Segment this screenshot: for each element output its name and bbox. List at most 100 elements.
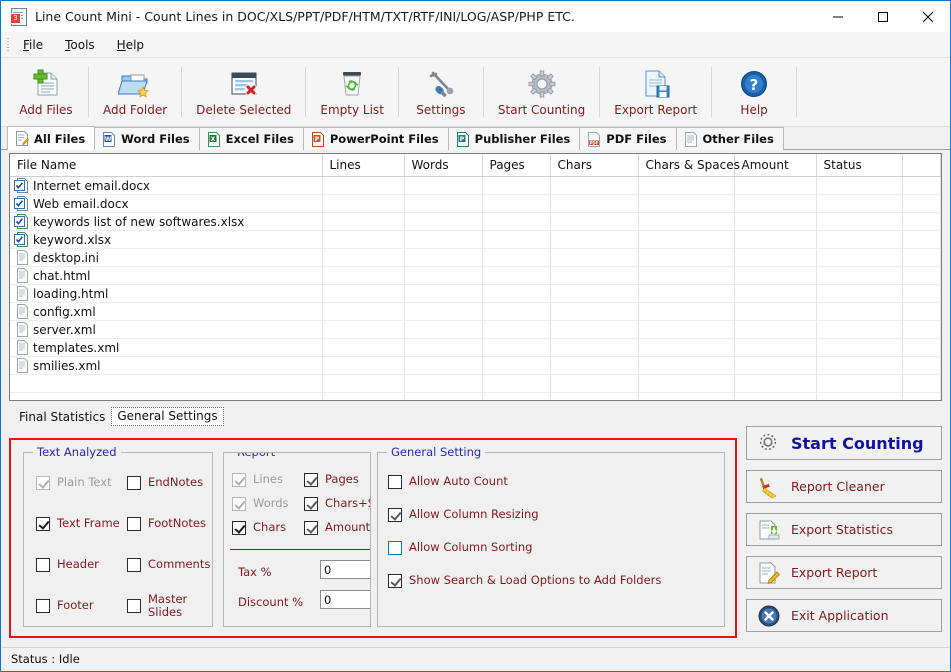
checkbox-plain-text[interactable]: Plain Text: [36, 476, 112, 490]
cell-chars: [550, 248, 639, 267]
close-button[interactable]: [905, 1, 950, 32]
cell-chars: [550, 266, 639, 285]
cell-pages: [482, 266, 551, 285]
cell-empty: [322, 392, 405, 400]
checkbox-report-words[interactable]: Words: [232, 497, 289, 511]
column-header-chars-spaces[interactable]: Chars & Spaces: [638, 154, 740, 177]
tab-excel-files[interactable]: X Excel Files: [198, 127, 304, 150]
file-name-text: Web email.docx: [33, 196, 129, 211]
checkbox-footnotes[interactable]: FootNotes: [127, 517, 206, 531]
menu-item-tools[interactable]: Tools: [54, 34, 106, 56]
show-search-load-options-label: Show Search & Load Options to Add Folder…: [409, 573, 662, 588]
file-list-panel[interactable]: File Name Lines Words Pages Chars Chars …: [9, 153, 942, 401]
tab-final-statistics[interactable]: Final Statistics: [13, 409, 111, 426]
menu-grip-handle[interactable]: [3, 32, 12, 57]
other-files-icon: [684, 131, 698, 147]
add-files-icon: [29, 67, 63, 101]
cell-empty: [482, 392, 551, 400]
column-header-amount[interactable]: Amount: [734, 154, 817, 177]
checkbox-text-frame[interactable]: Text Frame: [36, 517, 120, 531]
column-header-chars[interactable]: Chars: [550, 154, 639, 177]
cell-file-name: W Web email.docx: [10, 194, 323, 213]
cell-words: [404, 230, 483, 249]
checkbox-allow-auto-count[interactable]: Allow Auto Count: [388, 475, 508, 489]
tab-publisher-files[interactable]: P Publisher Files: [447, 127, 581, 150]
toolbar-export-report[interactable]: Export Report: [600, 58, 711, 126]
delete-selected-icon: [227, 67, 261, 101]
checkbox-header[interactable]: Header: [36, 558, 99, 572]
cell-amount: [734, 176, 817, 195]
column-header-words[interactable]: Words: [404, 154, 483, 177]
toolbar-delete-selected[interactable]: Delete Selected: [182, 58, 305, 126]
toolbar-add-folder[interactable]: Add Folder: [89, 58, 181, 126]
tab-all-files[interactable]: All Files: [7, 126, 96, 150]
table-row[interactable]: config.xml: [10, 302, 941, 321]
checkbox-report-lines[interactable]: Lines: [232, 473, 283, 487]
cell-chars: [550, 176, 639, 195]
comments-label: Comments: [148, 557, 211, 572]
cell-chars: [550, 320, 639, 339]
table-row[interactable]: Xkeyword.xlsx: [10, 230, 941, 249]
minimize-button[interactable]: [815, 1, 860, 32]
checkbox-footer[interactable]: Footer: [36, 599, 94, 613]
menu-item-tools-rest: ools: [70, 37, 95, 52]
toolbar-start-counting[interactable]: Start Counting: [484, 58, 599, 126]
report-divider: [230, 549, 370, 550]
master-slides-checkbox-box: [127, 599, 141, 614]
column-header-file-name[interactable]: File Name: [10, 154, 323, 177]
table-row[interactable]: server.xml: [10, 320, 941, 339]
toolbar-settings[interactable]: Settings: [399, 58, 483, 126]
cell-filler: [902, 320, 941, 339]
toolbar-add-files[interactable]: Add Files: [4, 58, 88, 126]
file-type-icon-other: [15, 268, 29, 283]
table-row[interactable]: loading.html: [10, 284, 941, 303]
table-row[interactable]: chat.html: [10, 266, 941, 285]
start-counting-button[interactable]: Start Counting: [746, 426, 942, 460]
all-files-icon: [15, 131, 30, 146]
file-type-icon-word: W: [14, 196, 29, 211]
table-row[interactable]: smilies.xml: [10, 356, 941, 375]
table-row[interactable]: W Web email.docx: [10, 194, 941, 213]
tab-powerpoint-files[interactable]: P PowerPoint Files: [302, 127, 449, 150]
menu-item-file[interactable]: File: [12, 34, 54, 56]
checkbox-endnotes[interactable]: EndNotes: [127, 476, 203, 490]
report-cleaner-button[interactable]: Report Cleaner: [746, 470, 942, 503]
tab-pdf-files[interactable]: PDF PDF Files: [579, 127, 677, 150]
exit-application-button[interactable]: Exit Application: [746, 599, 942, 632]
tab-word-files[interactable]: W Word Files: [94, 127, 200, 150]
toolbar-empty-list[interactable]: Empty List: [306, 58, 398, 126]
file-name-text: Internet email.docx: [33, 178, 151, 193]
cell-empty: [404, 392, 483, 400]
checkbox-report-amount[interactable]: Amount: [304, 521, 370, 535]
header-checkbox-box: [36, 558, 50, 572]
checkbox-master-slides[interactable]: Master Slides: [127, 592, 200, 619]
checkbox-report-chars-spaces[interactable]: Chars+S: [304, 497, 370, 511]
maximize-button[interactable]: [860, 1, 905, 32]
table-row[interactable]: templates.xml: [10, 338, 941, 357]
table-row[interactable]: W Internet email.docx: [10, 176, 941, 195]
table-row[interactable]: desktop.ini: [10, 248, 941, 267]
column-header-status[interactable]: Status: [816, 154, 903, 177]
tax-input[interactable]: [320, 560, 370, 579]
column-header-lines[interactable]: Lines: [322, 154, 405, 177]
tab-other-files[interactable]: Other Files: [675, 127, 784, 150]
cell-lines: [322, 338, 405, 357]
checkbox-allow-column-resizing[interactable]: Allow Column Resizing: [388, 508, 539, 522]
tab-general-settings[interactable]: General Settings: [111, 407, 224, 426]
menu-item-help[interactable]: Help: [106, 34, 155, 56]
checkbox-show-search-load-options[interactable]: Show Search & Load Options to Add Folder…: [388, 574, 661, 588]
svg-text:W: W: [105, 136, 112, 143]
discount-input[interactable]: [320, 590, 370, 609]
table-row[interactable]: Xkeywords list of new softwares.xlsx: [10, 212, 941, 231]
allow-column-sorting-checkbox-box: [388, 541, 402, 555]
column-header-pages[interactable]: Pages: [482, 154, 551, 177]
export-statistics-button[interactable]: Export Statistics: [746, 513, 942, 546]
checkbox-comments[interactable]: Comments: [127, 558, 210, 572]
checkbox-report-chars[interactable]: Chars: [232, 521, 286, 535]
file-type-icon-other: [15, 304, 29, 319]
cell-status: [816, 320, 903, 339]
toolbar-help[interactable]: ? Help: [712, 58, 796, 126]
checkbox-report-pages[interactable]: Pages: [304, 473, 359, 487]
export-report-button[interactable]: Export Report: [746, 556, 942, 589]
checkbox-allow-column-sorting[interactable]: Allow Column Sorting: [388, 541, 532, 555]
